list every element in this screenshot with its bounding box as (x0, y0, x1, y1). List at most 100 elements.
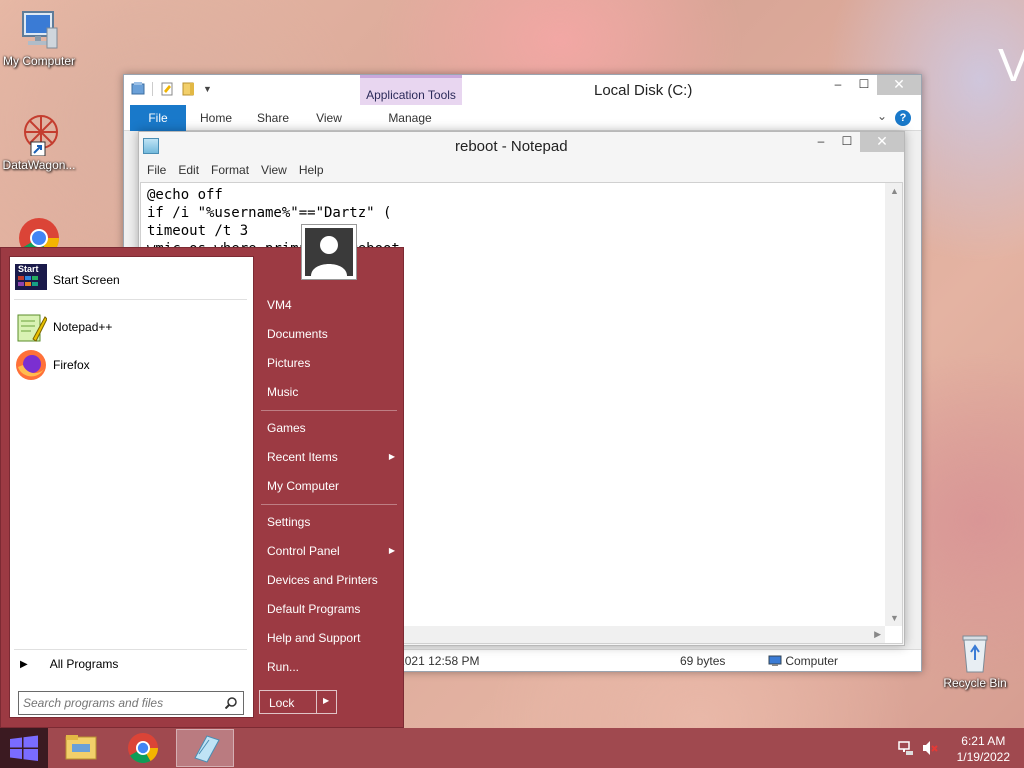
start-item-label: Recent Items (267, 450, 338, 464)
maximize-button[interactable]: ☐ (851, 75, 877, 95)
lock-button[interactable]: Lock ▶ (259, 690, 337, 714)
start-item-games[interactable]: Games (261, 415, 399, 441)
start-screen-icon: Start (15, 264, 47, 296)
submenu-arrow-icon: ▶ (388, 452, 395, 461)
start-item-default-programs[interactable]: Default Programs (261, 596, 399, 622)
explorer-ribbon-tabs: File Home Share View Manage ⌄ ? (124, 105, 921, 131)
status-location-label: Computer (785, 654, 839, 668)
triangle-right-icon: ▶ (20, 658, 28, 670)
start-item-devices-and-printers[interactable]: Devices and Printers (261, 567, 399, 593)
volume-muted-icon[interactable] (922, 740, 938, 756)
notepad-menu-bar: File Edit Format View Help (139, 160, 904, 182)
start-item-recent-items[interactable]: Recent Items ▶ (261, 444, 399, 470)
tab-file[interactable]: File (130, 105, 186, 131)
desktop-icon-recycle-bin[interactable]: Recycle Bin (936, 630, 1014, 690)
menu-format[interactable]: Format (205, 160, 255, 182)
search-icon[interactable] (225, 697, 237, 709)
new-folder-icon[interactable] (181, 81, 197, 97)
vertical-scrollbar[interactable]: ▲ ▼ (885, 183, 902, 626)
tab-home[interactable]: Home (192, 105, 240, 131)
all-programs-button[interactable]: ▶ All Programs (10, 652, 253, 676)
start-menu-programs-pane: Start Start Screen Notepad++ Firefox ▶ A… (9, 256, 254, 718)
explorer-window-controls: – ☐ ✕ (825, 75, 921, 95)
start-item-vm4[interactable]: VM4 (261, 292, 399, 318)
notepadpp-icon (15, 311, 48, 343)
scroll-up-icon[interactable]: ▲ (890, 186, 899, 196)
explorer-title: Local Disk (C:) (594, 82, 693, 99)
qat-dropdown-icon[interactable]: ▼ (203, 84, 212, 94)
separator (14, 649, 247, 650)
search-input[interactable] (19, 692, 215, 714)
properties-icon[interactable] (159, 81, 175, 97)
recycle-bin-icon (953, 630, 997, 674)
start-item-label: Control Panel (267, 544, 340, 558)
pinned-item-notepadpp[interactable]: Notepad++ (10, 308, 253, 346)
start-item-run[interactable]: Run... (261, 654, 399, 680)
pinned-item-firefox[interactable]: Firefox (10, 346, 253, 384)
wallpaper-watermark: V (998, 39, 1024, 91)
chrome-icon (128, 733, 158, 764)
taskbar-file-explorer[interactable] (52, 729, 110, 767)
clock-date: 1/19/2022 (956, 750, 1010, 764)
help-icon[interactable]: ? (895, 110, 911, 126)
desktop-icon-label: DataWagon... (2, 158, 76, 172)
menu-help[interactable]: Help (293, 160, 330, 182)
application-tools-label: Application Tools (366, 88, 456, 102)
explorer-app-icon[interactable] (130, 81, 146, 97)
pinned-item-start-screen[interactable]: Start Start Screen (10, 261, 253, 299)
ribbon-expand-icon[interactable]: ⌄ (877, 109, 887, 123)
notepad-title-bar[interactable]: reboot - Notepad – ☐ ✕ (139, 132, 904, 160)
notepad-title: reboot - Notepad (455, 138, 568, 155)
maximize-button[interactable]: ☐ (834, 132, 860, 152)
pinned-item-label: Firefox (53, 358, 90, 372)
scroll-down-icon[interactable]: ▼ (890, 613, 899, 623)
pinned-item-label: Start Screen (53, 273, 120, 287)
start-tile-label: Start (18, 264, 39, 274)
all-programs-label: All Programs (49, 657, 119, 671)
windows-logo-icon (10, 735, 38, 761)
notepad-icon (194, 735, 220, 763)
start-item-control-panel[interactable]: Control Panel ▶ (261, 538, 399, 564)
computer-icon (17, 8, 61, 52)
taskbar-notepad[interactable] (176, 729, 234, 767)
start-menu-places-pane: VM4 Documents Pictures Music Games Recen… (258, 248, 404, 728)
status-location: Computer (768, 654, 838, 668)
tab-manage[interactable]: Manage (378, 105, 442, 131)
menu-file[interactable]: File (141, 160, 172, 182)
tab-share[interactable]: Share (250, 105, 296, 131)
computer-icon (768, 655, 782, 666)
start-item-settings[interactable]: Settings (261, 509, 399, 535)
close-button[interactable]: ✕ (877, 75, 921, 95)
desktop-icon-datawagon[interactable]: DataWagon... (0, 112, 78, 172)
explorer-title-bar[interactable]: ▼ Application Tools Local Disk (C:) – ☐ … (124, 75, 921, 131)
desktop-icon-my-computer[interactable]: My Computer (0, 8, 78, 68)
start-item-help-and-support[interactable]: Help and Support (261, 625, 399, 651)
separator (14, 299, 247, 300)
submenu-arrow-icon: ▶ (388, 546, 395, 555)
file-explorer-icon (65, 735, 97, 760)
start-search-box[interactable] (18, 691, 244, 715)
scroll-right-icon[interactable]: ▶ (874, 629, 881, 640)
start-item-documents[interactable]: Documents (261, 321, 399, 347)
close-button[interactable]: ✕ (860, 132, 904, 152)
quick-access-toolbar: ▼ (130, 81, 212, 97)
start-button[interactable] (0, 728, 48, 768)
status-file-size: 69 bytes (680, 654, 726, 668)
separator (261, 504, 397, 505)
taskbar: 6:21 AM 1/19/2022 (0, 728, 1024, 768)
start-item-my-computer[interactable]: My Computer (261, 473, 399, 499)
taskbar-chrome[interactable] (114, 729, 172, 767)
minimize-button[interactable]: – (808, 132, 834, 152)
start-item-pictures[interactable]: Pictures (261, 350, 399, 376)
lock-button-label: Lock (269, 696, 295, 710)
notepad-app-icon[interactable] (143, 138, 159, 154)
start-item-music[interactable]: Music (261, 379, 399, 405)
menu-view[interactable]: View (255, 160, 293, 182)
network-icon[interactable] (898, 740, 914, 756)
taskbar-clock[interactable]: 6:21 AM 1/19/2022 (957, 733, 1010, 765)
power-options-arrow-icon[interactable]: ▶ (323, 696, 329, 705)
clock-time: 6:21 AM (961, 734, 1006, 748)
menu-edit[interactable]: Edit (172, 160, 205, 182)
tab-view[interactable]: View (306, 105, 352, 131)
minimize-button[interactable]: – (825, 75, 851, 95)
